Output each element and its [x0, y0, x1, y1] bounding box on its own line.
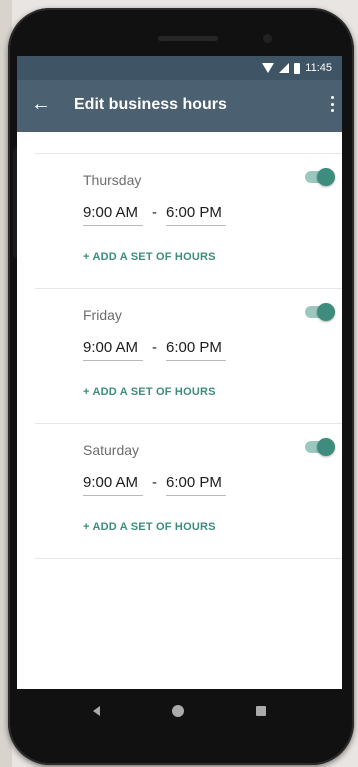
day-row-saturday: Saturday 9:00 AM - 6:00 PM + ADD A SET O… [35, 424, 342, 559]
add-hours-button[interactable]: + ADD A SET OF HOURS [83, 251, 216, 263]
end-time-field[interactable]: 6:00 PM [166, 204, 226, 226]
add-hours-button[interactable]: + ADD A SET OF HOURS [83, 386, 216, 398]
day-toggle-friday[interactable] [305, 303, 337, 321]
status-time: 11:45 [305, 62, 332, 74]
nav-recent-icon[interactable] [256, 706, 266, 716]
day-row-thursday: Thursday 9:00 AM - 6:00 PM + ADD A SET O… [35, 154, 342, 289]
more-vertical-icon[interactable] [328, 94, 336, 114]
nav-back-icon[interactable] [93, 706, 100, 716]
toggle-thumb [317, 168, 335, 186]
system-nav-bar [17, 689, 342, 733]
status-bar: 11:45 [17, 56, 342, 80]
page-title: Edit business hours [74, 96, 227, 113]
add-hours-button[interactable]: + ADD A SET OF HOURS [83, 521, 216, 533]
end-time-field[interactable]: 6:00 PM [166, 474, 226, 496]
toggle-thumb [317, 438, 335, 456]
day-toggle-saturday[interactable] [305, 438, 337, 456]
time-separator: - [152, 474, 157, 491]
wifi-icon [262, 63, 275, 73]
battery-icon [294, 62, 301, 74]
arrow-left-icon[interactable]: ← [31, 94, 51, 114]
day-name: Thursday [83, 172, 142, 188]
day-name: Saturday [83, 442, 140, 458]
day-row-friday: Friday 9:00 AM - 6:00 PM + ADD A SET OF … [35, 289, 342, 424]
phone-screen: 11:45 ← Edit business hours Thursday 9:0… [17, 56, 342, 689]
start-time-field[interactable]: 9:00 AM [83, 204, 143, 226]
phone-camera [263, 34, 272, 43]
nav-home-icon[interactable] [172, 705, 184, 717]
phone-speaker [158, 36, 218, 41]
start-time-field[interactable]: 9:00 AM [83, 339, 143, 361]
signal-icon [279, 63, 290, 73]
time-separator: - [152, 339, 157, 356]
toggle-thumb [317, 303, 335, 321]
end-time-field[interactable]: 6:00 PM [166, 339, 226, 361]
start-time-field[interactable]: 9:00 AM [83, 474, 143, 496]
day-name: Friday [83, 307, 122, 323]
day-toggle-thursday[interactable] [305, 168, 337, 186]
app-bar: ← Edit business hours [17, 80, 342, 132]
time-separator: - [152, 204, 157, 221]
